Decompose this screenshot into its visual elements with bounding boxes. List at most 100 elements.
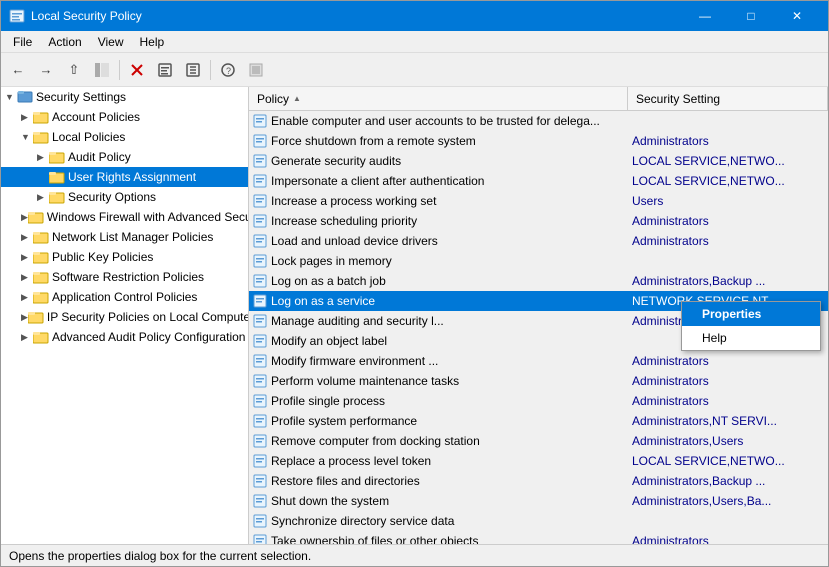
list-row[interactable]: Profile system performance Administrator… [249,411,828,431]
security-value: Administrators [632,354,709,368]
tree-item-ip-security[interactable]: ▶ IP Security Policies on Local Compute.… [1,307,248,327]
context-menu-item-properties[interactable]: Properties [682,302,820,326]
list-row[interactable]: Restore files and directories Administra… [249,471,828,491]
security-value: Administrators [632,374,709,388]
export-button[interactable] [180,57,206,83]
security-value: Administrators [632,234,709,248]
list-row[interactable]: Increase a process working set Users [249,191,828,211]
tree-item-software-restriction[interactable]: ▶ Software Restriction Policies [1,267,248,287]
refresh-button[interactable] [243,57,269,83]
policy-cell: Lock pages in memory [249,254,628,268]
policy-cell: Profile single process [249,394,628,408]
up-button[interactable]: ⇧ [61,57,87,83]
menu-file[interactable]: File [5,33,40,51]
tree-container: ▼ Security Settings ▶ Account Policies ▼… [1,87,248,347]
list-row[interactable]: Log on as a batch job Administrators,Bac… [249,271,828,291]
sort-arrow: ▲ [293,94,301,103]
forward-button[interactable]: → [33,57,59,83]
policy-cell: Log on as a batch job [249,274,628,288]
security-cell: Administrators,NT SERVI... [628,414,828,428]
policy-name: Restore files and directories [271,474,420,488]
list-row[interactable]: Shut down the system Administrators,User… [249,491,828,511]
menu-action[interactable]: Action [40,33,89,51]
menu-view[interactable]: View [90,33,132,51]
list-row[interactable]: Profile single process Administrators [249,391,828,411]
tree-item-public-key[interactable]: ▶ Public Key Policies [1,247,248,267]
list-row[interactable]: Lock pages in memory [249,251,828,271]
export-icon [186,63,200,77]
tree-item-user-rights-assignment[interactable]: User Rights Assignment [1,167,248,187]
list-row[interactable]: Generate security audits LOCAL SERVICE,N… [249,151,828,171]
policy-icon [253,394,267,408]
list-row[interactable]: Remove computer from docking station Adm… [249,431,828,451]
policy-icon [253,254,267,268]
policy-name: Generate security audits [271,154,401,168]
list-row[interactable]: Take ownership of files or other objects… [249,531,828,544]
tree-item-security-settings[interactable]: ▼ Security Settings [1,87,248,107]
policy-cell: Shut down the system [249,494,628,508]
policy-icon [253,374,267,388]
delete-icon [130,63,144,77]
policy-name: Impersonate a client after authenticatio… [271,174,484,188]
delete-button[interactable] [124,57,150,83]
security-cell: Administrators [628,354,828,368]
security-cell: Administrators,Backup ... [628,274,828,288]
minimize-button[interactable]: — [682,1,728,31]
tree-item-advanced-audit[interactable]: ▶ Advanced Audit Policy Configuration [1,327,248,347]
security-value: Administrators,Users,Ba... [632,494,771,508]
tree-item-account-policies[interactable]: ▶ Account Policies [1,107,248,127]
security-value: Administrators [632,394,709,408]
policy-icon [253,234,267,248]
properties-button[interactable] [152,57,178,83]
left-panel: ▼ Security Settings ▶ Account Policies ▼… [1,87,249,544]
list-row[interactable]: Load and unload device drivers Administr… [249,231,828,251]
policy-name: Enable computer and user accounts to be … [271,114,600,128]
policy-name: Synchronize directory service data [271,514,454,528]
list-row[interactable]: Synchronize directory service data [249,511,828,531]
policy-name: Increase a process working set [271,194,436,208]
policy-name: Modify an object label [271,334,387,348]
properties-icon [158,63,172,77]
security-value: LOCAL SERVICE,NETWO... [632,174,785,188]
back-button[interactable]: ← [5,57,31,83]
list-row[interactable]: Perform volume maintenance tasks Adminis… [249,371,828,391]
list-row[interactable]: Replace a process level token LOCAL SERV… [249,451,828,471]
list-row[interactable]: Increase scheduling priority Administrat… [249,211,828,231]
policy-icon [253,294,267,308]
context-menu-item-help[interactable]: Help [682,326,820,350]
list-row[interactable]: Modify firmware environment ... Administ… [249,351,828,371]
policy-cell: Replace a process level token [249,454,628,468]
close-button[interactable]: ✕ [774,1,820,31]
tree-item-app-control[interactable]: ▶ Application Control Policies [1,287,248,307]
list-row[interactable]: Enable computer and user accounts to be … [249,111,828,131]
tree-item-windows-firewall[interactable]: ▶ Windows Firewall with Advanced Secu... [1,207,248,227]
tree-label: Local Policies [52,130,125,144]
menu-help[interactable]: Help [132,33,173,51]
toolbar: ← → ⇧ [1,53,828,87]
list-row[interactable]: Force shutdown from a remote system Admi… [249,131,828,151]
svg-text:?: ? [226,66,231,76]
show-hide-tree-button[interactable] [89,57,115,83]
security-cell: Administrators,Users [628,434,828,448]
title-bar-left: Local Security Policy [9,8,142,24]
col-header-security[interactable]: Security Setting [628,87,828,110]
policy-icon [253,314,267,328]
tree-label: Audit Policy [68,150,131,164]
help-button[interactable]: ? [215,57,241,83]
tree-item-security-options[interactable]: ▶ Security Options [1,187,248,207]
policy-icon [253,474,267,488]
list-row[interactable]: Impersonate a client after authenticatio… [249,171,828,191]
tree-item-network-list[interactable]: ▶ Network List Manager Policies [1,227,248,247]
policy-cell: Impersonate a client after authenticatio… [249,174,628,188]
tree-item-audit-policy[interactable]: ▶ Audit Policy [1,147,248,167]
tree-label: User Rights Assignment [68,170,196,184]
maximize-button[interactable]: □ [728,1,774,31]
content-area: ▼ Security Settings ▶ Account Policies ▼… [1,87,828,544]
right-panel: Policy ▲ Security Setting Enable compute… [249,87,828,544]
status-bar: Opens the properties dialog box for the … [1,544,828,566]
col-header-policy[interactable]: Policy ▲ [249,87,628,110]
policy-icon [253,154,267,168]
tree-item-local-policies[interactable]: ▼ Local Policies [1,127,248,147]
security-value: LOCAL SERVICE,NETWO... [632,454,785,468]
policy-name: Perform volume maintenance tasks [271,374,459,388]
